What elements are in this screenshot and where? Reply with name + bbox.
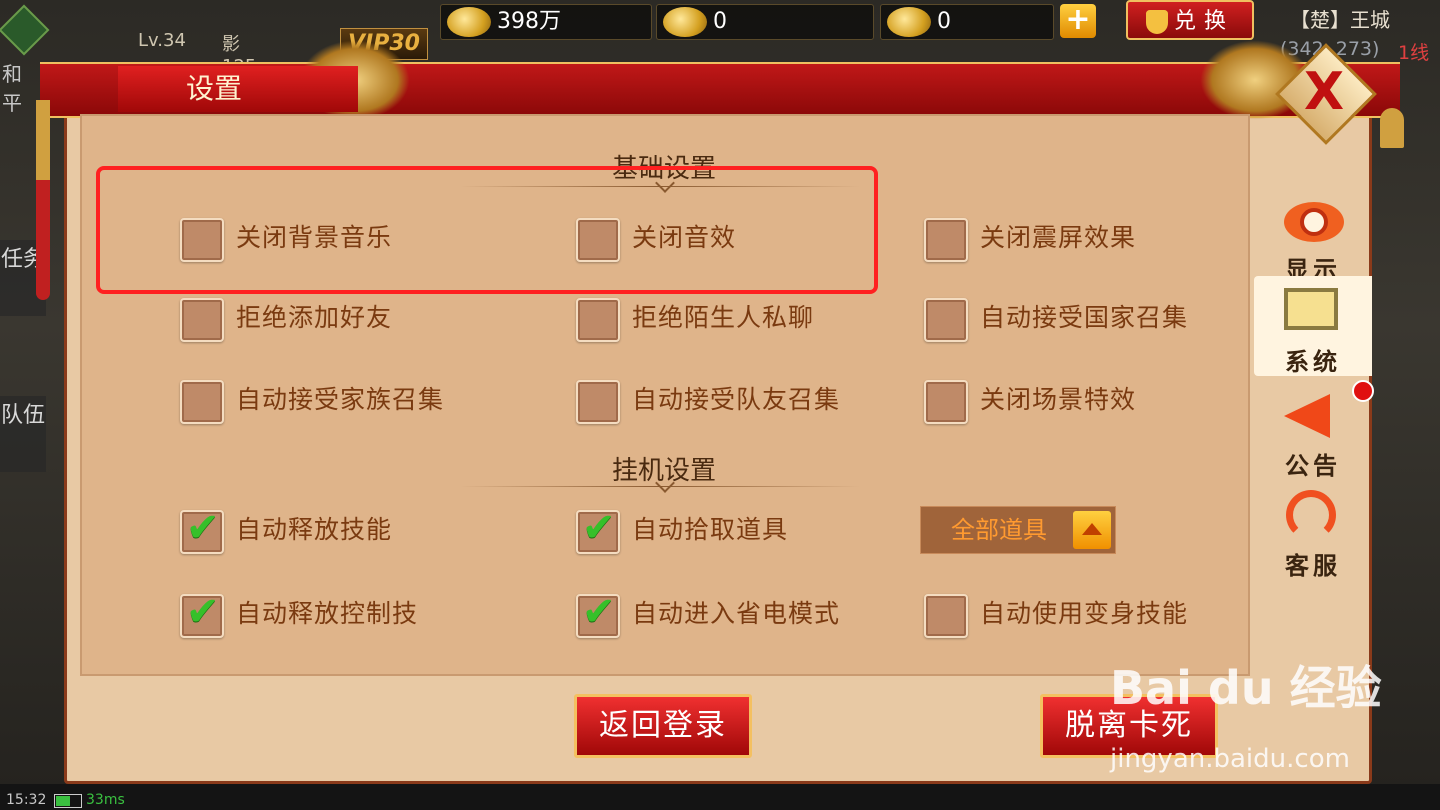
option-label: 自动释放技能	[236, 515, 393, 544]
option-label: 自动释放控制技	[236, 599, 419, 628]
dropdown-arrow-up-icon[interactable]	[1073, 511, 1111, 549]
shield-icon	[1145, 10, 1168, 34]
back-to-login-button[interactable]: 返回登录	[574, 694, 752, 758]
option-label: 自动接受家族召集	[236, 385, 445, 414]
checkbox[interactable]	[924, 594, 968, 638]
exchange-button[interactable]: 兑换	[1126, 0, 1254, 40]
bottom-bar	[0, 784, 1440, 810]
status-time: 15:32	[6, 792, 47, 808]
baidu-watermark-url: jingyan.baidu.com	[1110, 744, 1350, 774]
recharge-plus-button[interactable]: +	[1060, 4, 1096, 38]
checkbox[interactable]	[924, 380, 968, 424]
team-tab[interactable]: 队伍	[0, 396, 46, 472]
gold-value: 398万	[497, 9, 561, 34]
locked-ingot-value: 0	[713, 9, 727, 34]
peace-label: 和平	[2, 62, 22, 115]
checkmark-icon: ✔	[186, 505, 220, 551]
notification-dot	[1352, 380, 1374, 402]
status-ping: 33ms	[86, 792, 125, 808]
eye-icon	[1284, 202, 1344, 242]
checkmark-icon: ✔	[186, 589, 220, 635]
checkbox[interactable]: ✔	[576, 590, 620, 638]
option-label: 拒绝陌生人私聊	[632, 303, 815, 332]
option-label: 自动使用变身技能	[980, 599, 1189, 628]
checkbox[interactable]	[180, 298, 224, 342]
pickup-filter-value: 全部道具	[951, 516, 1047, 544]
checkmark-icon: ✔	[582, 505, 616, 551]
checkbox[interactable]	[924, 218, 968, 262]
tab-label: 系统	[1285, 348, 1341, 376]
tassel-ornament-icon	[36, 100, 50, 300]
city-name: 【楚】王城	[1290, 8, 1390, 32]
gold-counter: 398万	[440, 4, 652, 40]
headset-icon	[1286, 490, 1336, 540]
close-icon[interactable]: X	[1296, 64, 1352, 120]
option-label: 自动接受队友召集	[632, 385, 841, 414]
battery-icon	[54, 794, 82, 808]
checkmark-icon: ✔	[582, 589, 616, 635]
dialog-title: 设置	[118, 66, 358, 112]
monitor-icon	[1284, 288, 1338, 330]
player-level: Lv.34	[138, 30, 186, 51]
checkbox[interactable]	[576, 298, 620, 342]
team-label: 队伍	[0, 403, 45, 428]
tab-customer-service[interactable]: 客服	[1254, 480, 1372, 580]
ingot-counter: 0	[880, 4, 1054, 40]
baidu-watermark: Bai du 经验	[1110, 661, 1382, 715]
locked-ingot-counter: 0	[656, 4, 874, 40]
option-label: 关闭震屏效果	[980, 223, 1137, 252]
gold-coin-icon	[447, 7, 491, 37]
tab-label: 公告	[1285, 452, 1341, 480]
ingot-value: 0	[937, 9, 951, 34]
pickup-filter-dropdown[interactable]: 全部道具	[920, 506, 1116, 554]
checkbox[interactable]: ✔	[576, 506, 620, 554]
checkbox[interactable]	[924, 298, 968, 342]
tab-label: 客服	[1285, 552, 1341, 580]
peace-mode[interactable]: 和平	[0, 4, 50, 115]
option-label: 自动进入省电模式	[632, 599, 841, 628]
exchange-label: 兑换	[1173, 9, 1234, 34]
tab-display[interactable]: 显示	[1254, 184, 1372, 284]
option-label: 拒绝添加好友	[236, 303, 393, 332]
checkbox[interactable]	[180, 380, 224, 424]
server-line[interactable]: 1线	[1398, 38, 1429, 65]
option-label: 自动拾取道具	[632, 515, 789, 544]
checkbox[interactable]: ✔	[180, 590, 224, 638]
tab-system[interactable]: 系统	[1254, 276, 1372, 376]
ingot-icon	[887, 7, 931, 37]
option-label: 自动接受国家召集	[980, 303, 1189, 332]
option-label: 关闭场景特效	[980, 385, 1137, 414]
bell-ornament-icon	[1380, 108, 1404, 148]
locked-ingot-icon	[663, 7, 707, 37]
megaphone-icon	[1284, 394, 1330, 438]
checkbox[interactable]: ✔	[180, 506, 224, 554]
highlight-box	[96, 166, 878, 294]
checkbox[interactable]	[576, 380, 620, 424]
